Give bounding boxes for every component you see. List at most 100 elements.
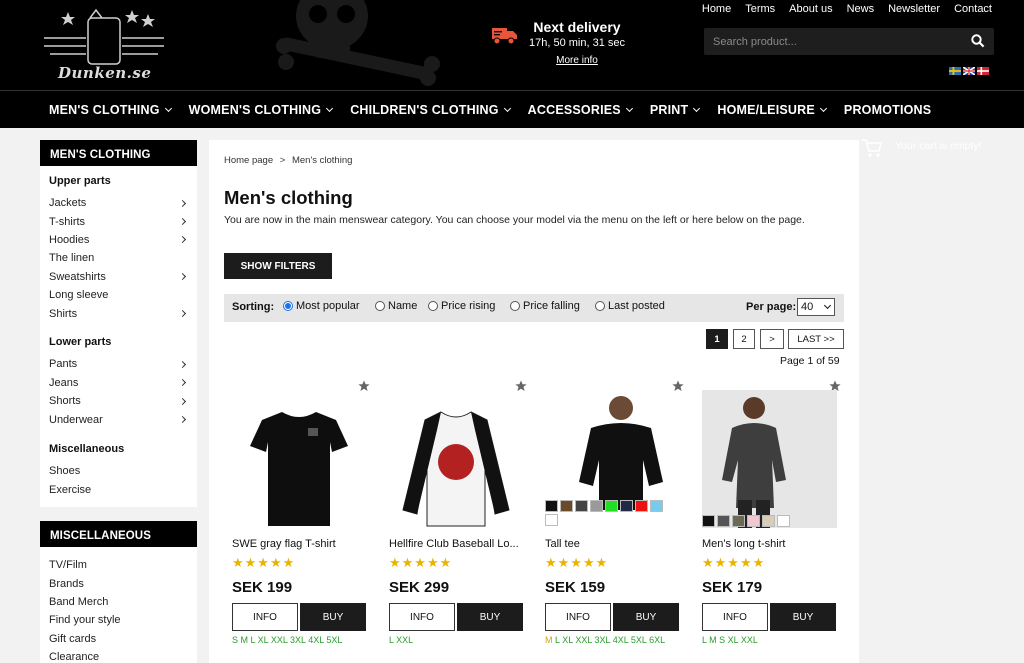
sort-option-price-rising[interactable]: Price rising (428, 300, 495, 312)
sort-option-label: Last posted (608, 300, 665, 312)
sweden-flag-icon[interactable] (949, 67, 961, 75)
color-swatch[interactable] (590, 500, 603, 512)
page-1-button[interactable]: 1 (706, 329, 728, 349)
sidebar-item-exercise[interactable]: Exercise (40, 481, 197, 500)
color-swatch[interactable] (605, 500, 618, 512)
sidebar-item-gift-cards[interactable]: Gift cards (40, 630, 197, 648)
sidebar-item-find-your-style[interactable]: Find your style (40, 611, 197, 629)
color-swatch[interactable] (777, 515, 790, 527)
color-swatch[interactable] (732, 515, 745, 527)
chevron-down-icon (823, 301, 832, 310)
delivery-more-info-link[interactable]: More info (510, 55, 644, 66)
color-swatch[interactable] (545, 514, 558, 526)
denmark-flag-icon[interactable] (977, 67, 989, 75)
sidebar-item-shirts[interactable]: Shirts (40, 304, 197, 322)
sidebar-item-sweatshirts[interactable]: Sweatshirts (40, 268, 197, 286)
sort-option-name[interactable]: Name (375, 300, 417, 312)
product-name[interactable]: Tall tee (545, 538, 580, 550)
color-swatch[interactable] (717, 515, 730, 527)
sidebar-item-long-sleeve[interactable]: Long sleeve (40, 286, 197, 304)
product-name[interactable]: Men's long t-shirt (702, 538, 785, 550)
info-button[interactable]: INFO (232, 603, 298, 631)
page-2-button[interactable]: 2 (733, 329, 755, 349)
chevron-right-icon (178, 199, 187, 207)
info-button[interactable]: INFO (545, 603, 611, 631)
sidebar-item-shorts[interactable]: Shorts (40, 392, 197, 411)
radio-icon (595, 301, 605, 311)
breadcrumb-separator: > (279, 155, 286, 166)
radio-icon (428, 301, 438, 311)
product-image[interactable] (389, 390, 524, 528)
top-link-terms[interactable]: Terms (745, 3, 775, 15)
sidebar-item-band-merch[interactable]: Band Merch (40, 593, 197, 611)
info-button[interactable]: INFO (702, 603, 768, 631)
color-swatch[interactable] (762, 515, 775, 527)
search-icon[interactable] (971, 34, 985, 48)
breadcrumb: Home page > Men's clothing (224, 155, 352, 166)
sidebar-item-hoodies[interactable]: Hoodies (40, 231, 197, 249)
sidebar-item-jackets[interactable]: Jackets (40, 194, 197, 212)
info-button[interactable]: INFO (389, 603, 455, 631)
buy-button[interactable]: BUY (770, 603, 836, 631)
buy-button[interactable]: BUY (613, 603, 679, 631)
top-link-newsletter[interactable]: Newsletter (888, 3, 940, 15)
available-sizes: L XXL (389, 635, 414, 645)
buy-button[interactable]: BUY (300, 603, 366, 631)
sidebar-item-the-linen[interactable]: The linen (40, 249, 197, 267)
sidebar-item-tshirts[interactable]: T-shirts (40, 212, 197, 230)
sidebar-item-underwear[interactable]: Underwear (40, 411, 197, 430)
nav-mens-clothing[interactable]: MEN'S CLOTHING (49, 103, 172, 117)
sort-option-most-popular[interactable]: Most popular (283, 300, 360, 312)
product-name[interactable]: SWE gray flag T-shirt (232, 538, 336, 550)
color-swatch[interactable] (575, 500, 588, 512)
shopping-cart-icon[interactable] (861, 138, 883, 158)
nav-accessories[interactable]: ACCESSORIES (527, 103, 633, 117)
sidebar-item-label: Shirts (49, 307, 78, 320)
color-swatch[interactable] (635, 500, 648, 512)
nav-home-leisure[interactable]: HOME/LEISURE (717, 103, 827, 117)
nav-childrens-clothing[interactable]: CHILDREN'S CLOTHING (350, 103, 511, 117)
color-swatch[interactable] (702, 515, 715, 527)
last-page-button[interactable]: LAST >> (788, 329, 844, 349)
chevron-down-icon (819, 104, 827, 113)
sort-option-price-falling[interactable]: Price falling (510, 300, 580, 312)
nav-label: ACCESSORIES (527, 103, 621, 117)
nav-promotions[interactable]: PROMOTIONS (844, 103, 931, 117)
top-link-contact[interactable]: Contact (954, 3, 992, 15)
product-image[interactable] (702, 390, 837, 528)
sidebar-item-shoes[interactable]: Shoes (40, 462, 197, 481)
sidebar-section-upper: Upper parts (49, 175, 111, 187)
color-swatch[interactable] (560, 500, 573, 512)
color-swatch[interactable] (620, 500, 633, 512)
top-link-about[interactable]: About us (789, 3, 832, 15)
chevron-right-icon (178, 236, 187, 244)
sidebar-item-clearance[interactable]: Clearance (40, 648, 197, 663)
product-price: SEK 199 (232, 579, 293, 596)
product-name[interactable]: Hellfire Club Baseball Lo... (389, 538, 519, 550)
breadcrumb-home-link[interactable]: Home page (224, 155, 273, 166)
show-filters-button[interactable]: SHOW FILTERS (224, 253, 332, 279)
color-swatches (545, 500, 675, 526)
sidebar-item-tv-film[interactable]: TV/Film (40, 556, 197, 574)
sort-option-label: Name (388, 300, 418, 312)
color-swatch[interactable] (650, 500, 663, 512)
sidebar-item-pants[interactable]: Pants (40, 355, 197, 374)
next-page-button[interactable]: > (760, 329, 784, 349)
sort-option-last-posted[interactable]: Last posted (595, 300, 665, 312)
top-link-home[interactable]: Home (702, 3, 731, 15)
sidebar-item-label: The linen (49, 252, 95, 265)
search-input[interactable] (704, 28, 962, 55)
sidebar-item-jeans[interactable]: Jeans (40, 373, 197, 392)
nav-print[interactable]: PRINT (650, 103, 701, 117)
product-card: SWE gray flag T-shirt ★★★★★ SEK 199 INFO… (232, 380, 377, 663)
per-page-select[interactable]: 40 (797, 298, 835, 316)
sidebar-title: MEN'S CLOTHING (40, 140, 197, 166)
buy-button[interactable]: BUY (457, 603, 523, 631)
nav-womens-clothing[interactable]: WOMEN'S CLOTHING (189, 103, 334, 117)
uk-flag-icon[interactable] (963, 67, 975, 75)
color-swatch[interactable] (545, 500, 558, 512)
product-image[interactable] (232, 390, 367, 528)
sidebar-item-brands[interactable]: Brands (40, 574, 197, 592)
top-link-news[interactable]: News (847, 3, 875, 15)
color-swatch[interactable] (747, 515, 760, 527)
